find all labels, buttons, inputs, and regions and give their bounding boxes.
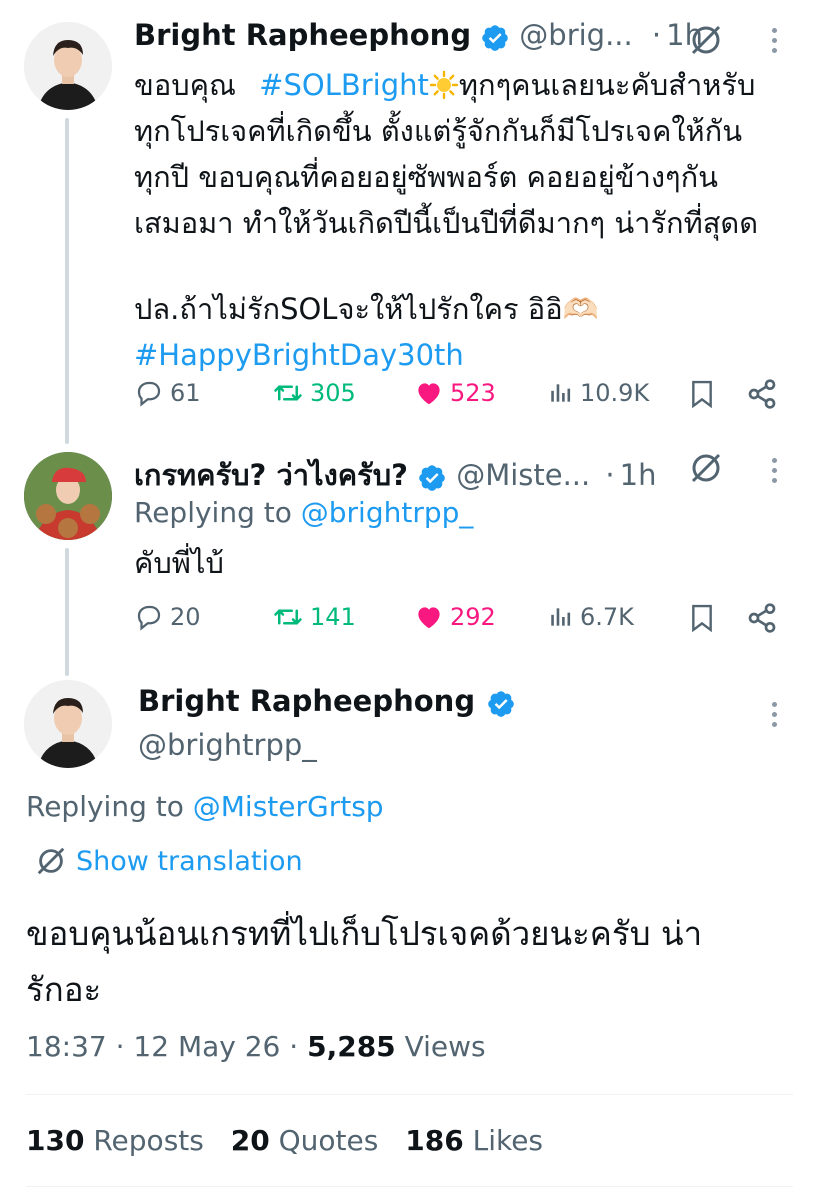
author-name[interactable]: เกรทครับ? ว่าไงครับ? [134, 458, 408, 492]
views-count: 5,285 [307, 1030, 396, 1063]
tweet-text-line: รักอะ [26, 970, 102, 1009]
reply-icon [137, 381, 161, 407]
reply-button[interactable]: 61 [134, 378, 201, 408]
repost-count: 305 [310, 379, 356, 407]
show-translation-button[interactable]: Show translation [34, 844, 303, 878]
author-name[interactable]: Bright Rapheephong [138, 684, 475, 718]
more-icon[interactable] [772, 458, 778, 488]
views-button[interactable]: 6.7K [548, 602, 634, 632]
reply-icon [137, 605, 161, 631]
author-handle[interactable]: @brig... [519, 18, 632, 52]
author-name[interactable]: Bright Rapheephong [134, 18, 471, 52]
like-button[interactable]: 523 [414, 378, 496, 408]
tweet-time[interactable]: 18:37 [26, 1030, 107, 1063]
reposts-stat[interactable]: 130 Reposts [26, 1124, 213, 1157]
share-icon[interactable] [746, 378, 778, 410]
thread-line [65, 118, 69, 444]
tweet2-header: เกรทครับ? ว่าไงครับ? @Miste... · 1h [134, 452, 657, 499]
avatar[interactable] [24, 22, 112, 110]
tweet-time[interactable]: 1h [620, 458, 657, 492]
author-handle[interactable]: @brightrpp_ [138, 728, 317, 762]
tweet2-text: คับพี่ไบ้ [134, 546, 224, 580]
quotes-stat[interactable]: 20 Quotes [231, 1124, 388, 1157]
divider [26, 1186, 793, 1187]
like-icon [418, 383, 440, 405]
more-icon[interactable] [772, 702, 778, 732]
views-count: 6.7K [580, 603, 634, 631]
like-button[interactable]: 292 [414, 602, 496, 632]
like-icon [418, 607, 440, 629]
separator-dot: · [605, 458, 615, 492]
tweet-text-line: ปล.ถ้าไม่รักSOLจะให้ไปรักใคร อิอิ🫶🏻 [134, 292, 599, 326]
grok-icon[interactable] [688, 450, 724, 486]
timestamp-row: 18:37 · 12 May 26 · 5,285 Views [26, 1030, 486, 1063]
separator-dot: · [115, 1030, 134, 1063]
repost-icon [274, 609, 302, 625]
reply-button[interactable]: 20 [134, 602, 201, 632]
main-author: Bright Rapheephong [138, 684, 516, 725]
tweet-date[interactable]: 12 May 26 [133, 1030, 280, 1063]
hashtag-link[interactable]: #HappyBrightDay30th [134, 332, 758, 378]
tweet-text-line: ทุกโปรเจคที่เกิดขึ้น ตั้งแต่รู้จักกันก็ม… [134, 114, 743, 148]
views-icon [551, 608, 571, 626]
tweet-text-line: ขอบคุนน้อนเกรทที่ไปเก็บโปรเจคด้วยนะครับ … [26, 914, 703, 953]
separator-dot: · [651, 18, 662, 52]
share-icon[interactable] [746, 602, 778, 634]
likes-stat[interactable]: 186 Likes [405, 1124, 543, 1157]
bookmark-icon[interactable] [689, 378, 715, 410]
views-label: Views [404, 1030, 486, 1063]
repost-count: 141 [310, 603, 356, 631]
repost-button[interactable]: 141 [272, 602, 356, 632]
grok-icon[interactable] [688, 22, 724, 58]
avatar[interactable] [24, 452, 112, 540]
main-tweet-text: ขอบคุนน้อนเกรทที่ไปเก็บโปรเจคด้วยนะครับ … [26, 906, 702, 1018]
thread-line [65, 548, 69, 676]
verified-badge-icon [488, 690, 514, 717]
replying-to: Replying to @brightrpp_ [134, 496, 474, 529]
tweet-text-line: เสมอมา ทำให้วันเกิดปีนี้เป็นปีที่ดีมากๆ … [134, 206, 759, 240]
avatar[interactable] [24, 680, 112, 768]
views-count: 10.9K [580, 379, 650, 407]
verified-badge-icon [419, 464, 445, 491]
views-icon [551, 384, 571, 402]
tweet-text-line: ทุกปี ขอบคุณที่คอยอยู่ซัพพอร์ต คอยอยู่ข้… [134, 160, 718, 194]
engagement-stats: 130 Reposts 20 Quotes 186 Likes [26, 1124, 543, 1157]
like-count: 523 [450, 379, 496, 407]
mention-link[interactable]: @MisterGrtsp [193, 790, 384, 823]
separator-dot: · [289, 1030, 308, 1063]
replying-to: Replying to @MisterGrtsp [26, 790, 384, 823]
author-handle[interactable]: @Miste... [456, 458, 590, 492]
bookmark-icon[interactable] [689, 602, 715, 634]
reply-count: 20 [170, 603, 201, 631]
tweet-text-line: ขอบคุณ #SOLBright ทุกๆคนเลยนะคับสำหรับ [134, 68, 756, 102]
like-count: 292 [450, 603, 496, 631]
views-button[interactable]: 10.9K [548, 378, 649, 408]
sun-emoji-icon [429, 70, 459, 100]
mention-link[interactable]: @brightrpp_ [301, 496, 474, 529]
divider [26, 1094, 793, 1095]
tweet1-header: Bright Rapheephong @brig... · 1h [134, 18, 703, 59]
hashtag-link[interactable]: #SOLBright [259, 68, 429, 102]
verified-badge-icon [482, 24, 508, 51]
repost-button[interactable]: 305 [272, 378, 356, 408]
translate-icon [37, 847, 65, 875]
tweet1-text: ขอบคุณ #SOLBright ทุกๆคนเลยนะคับสำหรับ ท… [134, 62, 758, 378]
more-icon[interactable] [772, 28, 778, 58]
reply-count: 61 [170, 379, 201, 407]
repost-icon [274, 385, 302, 401]
